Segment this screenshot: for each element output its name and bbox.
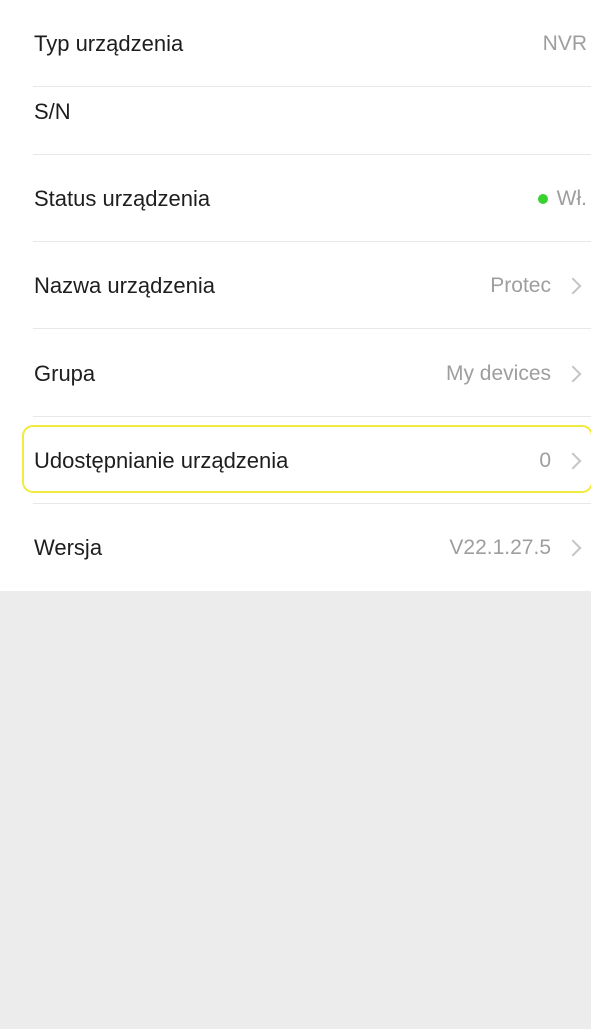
version-label: Wersja [34, 534, 103, 560]
chevron-right-icon [564, 452, 582, 469]
device-name-value: Protec [490, 273, 551, 297]
device-sharing-value: 0 [539, 448, 551, 472]
device-name-label: Nazwa urządzenia [34, 272, 215, 298]
chevron-right-icon [564, 539, 582, 556]
device-status-row: Status urządzenia Wł. [0, 155, 591, 242]
version-row[interactable]: Wersja V22.1.27.5 [0, 504, 591, 591]
device-sharing-row[interactable]: Udostępnianie urządzenia 0 [0, 417, 591, 504]
serial-number-label: S/N [34, 98, 71, 124]
version-value: V22.1.27.5 [449, 535, 551, 559]
device-type-value: NVR [542, 31, 587, 55]
chevron-right-icon [564, 277, 582, 294]
device-info-list: Typ urządzenia NVR S/N Status urządzenia… [0, 0, 591, 591]
status-online-icon [537, 193, 548, 204]
device-status-value: Wł. [556, 186, 587, 210]
group-label: Grupa [34, 360, 96, 386]
device-status-label: Status urządzenia [34, 185, 211, 211]
serial-number-row: S/N [0, 68, 591, 155]
chevron-right-icon [564, 365, 582, 382]
device-name-row[interactable]: Nazwa urządzenia Protec [0, 242, 591, 329]
device-sharing-label: Udostępnianie urządzenia [34, 447, 289, 473]
group-row[interactable]: Grupa My devices [0, 330, 591, 417]
divider [33, 328, 591, 329]
group-value: My devices [445, 361, 551, 385]
device-type-label: Typ urządzenia [34, 30, 184, 56]
